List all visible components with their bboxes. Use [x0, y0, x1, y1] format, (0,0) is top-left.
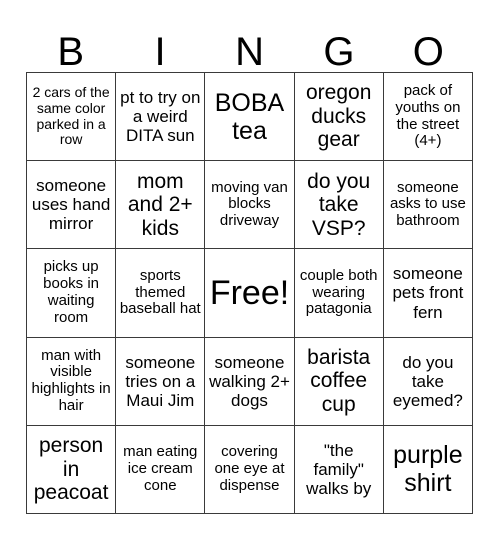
bingo-cell-label: purple shirt	[393, 441, 463, 498]
bingo-cell-label: man eating ice cream cone	[123, 443, 198, 494]
bingo-cell-label: someone uses hand mirror	[31, 176, 111, 234]
bingo-cell-label: picks up books in waiting room	[43, 258, 100, 326]
bingo-grid: 2 cars of the same color parked in a row…	[26, 72, 473, 514]
bingo-cell[interactable]: pack of youths on the street (4+)	[383, 73, 473, 162]
bingo-header-letter-g: G	[323, 30, 355, 74]
bingo-cell-label: someone asks to use bathroom	[389, 178, 466, 230]
bingo-cell-label: "the family" walks by	[306, 440, 372, 498]
bingo-cell-label: pt to try on a weird DITA sun	[120, 88, 201, 146]
bingo-cell[interactable]: barista coffee cup	[294, 337, 384, 426]
bingo-cell-label: do you take eyemed?	[392, 352, 463, 410]
bingo-cell-label: man with visible highlights in hair	[31, 346, 111, 414]
bingo-cell[interactable]: do you take VSP?	[294, 161, 384, 250]
bingo-cell[interactable]: oregon ducks gear	[294, 73, 384, 162]
bingo-cell-label: do you take VSP?	[307, 169, 371, 240]
bingo-cell[interactable]: man eating ice cream cone	[116, 425, 206, 514]
bingo-cell[interactable]: someone asks to use bathroom	[383, 161, 473, 250]
bingo-header-letter-b: B	[57, 30, 85, 74]
bingo-cell-label: moving van blocks driveway	[211, 178, 288, 230]
bingo-cell-label: covering one eye at dispense	[214, 443, 285, 494]
bingo-cell[interactable]: moving van blocks driveway	[205, 161, 295, 250]
bingo-cell[interactable]: 2 cars of the same color parked in a row	[27, 73, 117, 162]
bingo-cell[interactable]: "the family" walks by	[294, 425, 384, 514]
bingo-header-letter-i: I	[154, 30, 166, 74]
bingo-cell[interactable]: pt to try on a weird DITA sun	[116, 73, 206, 162]
bingo-cell-label: pack of youths on the street (4+)	[395, 82, 461, 150]
bingo-cell-label: someone tries on a Maui Jim	[125, 352, 196, 410]
bingo-cell[interactable]: couple both wearing patagonia	[294, 249, 384, 338]
bingo-free-cell[interactable]: Free!	[205, 249, 295, 338]
bingo-cell-label: Free!	[209, 273, 290, 312]
bingo-card: B I N G O 2 cars of the same color parke…	[0, 0, 500, 544]
bingo-cell-label: person in peacoat	[33, 434, 109, 505]
bingo-cell[interactable]: purple shirt	[383, 425, 473, 514]
bingo-cell[interactable]: someone uses hand mirror	[27, 161, 117, 250]
bingo-header-letter-o: O	[412, 30, 444, 74]
bingo-cell-label: 2 cars of the same color parked in a row	[32, 84, 110, 148]
bingo-cell-label: someone walking 2+ dogs	[209, 352, 290, 410]
bingo-cell[interactable]: someone tries on a Maui Jim	[116, 337, 206, 426]
bingo-cell[interactable]: covering one eye at dispense	[205, 425, 295, 514]
bingo-cell[interactable]: do you take eyemed?	[383, 337, 473, 426]
bingo-cell-label: oregon ducks gear	[306, 81, 372, 152]
bingo-cell[interactable]: mom and 2+ kids	[116, 161, 206, 250]
bingo-cell-label: couple both wearing patagonia	[299, 266, 378, 318]
bingo-cell-label: BOBA tea	[214, 88, 285, 145]
bingo-cell[interactable]: man with visible highlights in hair	[27, 337, 117, 426]
bingo-cell[interactable]: someone walking 2+ dogs	[205, 337, 295, 426]
bingo-cell[interactable]: person in peacoat	[27, 425, 117, 514]
bingo-cell-label: someone pets front fern	[392, 264, 464, 322]
bingo-cell[interactable]: sports themed baseball hat	[116, 249, 206, 338]
bingo-cell[interactable]: BOBA tea	[205, 73, 295, 162]
bingo-header-letter-n: N	[235, 30, 264, 74]
bingo-cell[interactable]: picks up books in waiting room	[27, 249, 117, 338]
bingo-cell-label: mom and 2+ kids	[127, 169, 193, 240]
bingo-cell-label: barista coffee cup	[307, 345, 371, 416]
bingo-cell[interactable]: someone pets front fern	[383, 249, 473, 338]
bingo-header: B I N G O	[26, 18, 473, 72]
bingo-cell-label: sports themed baseball hat	[119, 266, 201, 318]
